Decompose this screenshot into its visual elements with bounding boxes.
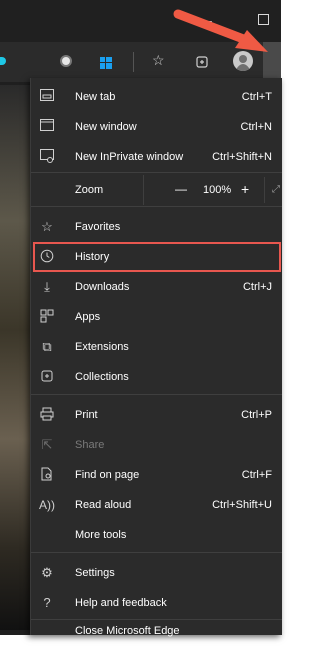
menu-favorites[interactable]: ☆ Favorites (31, 212, 282, 242)
read-aloud-shortcut: Ctrl+Shift+U (212, 499, 272, 511)
collections-label: Collections (75, 371, 129, 383)
gear-icon: ⚙ (41, 565, 53, 580)
settings-menu: New tab Ctrl+T New window Ctrl+N New InP… (30, 78, 282, 637)
inprivate-icon (39, 149, 55, 165)
extensions-label: Extensions (75, 341, 129, 353)
favorites-label: Favorites (75, 221, 121, 233)
favorites-list-icon: ☆ (41, 219, 53, 234)
print-icon (39, 407, 55, 423)
downloads-label: Downloads (75, 281, 130, 293)
menu-more-tools[interactable]: More tools (31, 520, 282, 550)
close-label: Close Microsoft Edge (75, 625, 180, 637)
read-aloud-label: Read aloud (75, 499, 132, 511)
menu-apps[interactable]: Apps (31, 302, 282, 332)
read-aloud-icon: A)) (39, 498, 55, 512)
more-tools-label: More tools (75, 529, 127, 541)
browser-window: – ☆ New tab Ctrl+T New window Ctrl+N New… (0, 0, 282, 637)
share-label: Share (75, 439, 105, 451)
menu-divider (31, 206, 282, 207)
help-label: Help and feedback (75, 597, 167, 609)
menu-divider (31, 619, 282, 620)
menu-read-aloud[interactable]: A)) Read aloud Ctrl+Shift+U (31, 490, 282, 520)
menu-help[interactable]: ? Help and feedback (31, 588, 282, 618)
annotation-arrow (173, 9, 268, 52)
zoom-divider (143, 175, 144, 205)
apps-icon (39, 309, 55, 325)
zoom-value: 100% (203, 184, 232, 196)
apps-label: Apps (75, 311, 101, 323)
downloads-shortcut: Ctrl+J (242, 281, 272, 293)
menu-new-tab[interactable]: New tab Ctrl+T (31, 82, 282, 112)
help-icon: ? (43, 595, 51, 610)
inprivate-shortcut: Ctrl+Shift+N (212, 151, 272, 163)
download-icon: ⤓ (44, 279, 50, 294)
share-icon: ⇱ (41, 437, 53, 452)
history-highlight (33, 242, 281, 272)
menu-divider (31, 394, 282, 395)
zoom-divider-right (264, 177, 265, 203)
menu-new-window[interactable]: New window Ctrl+N (31, 112, 282, 142)
inprivate-label: New InPrivate window (75, 151, 184, 163)
find-icon (39, 467, 55, 483)
menu-print[interactable]: Print Ctrl+P (31, 400, 282, 430)
fullscreen-icon[interactable]: ⤢ (272, 184, 280, 195)
zoom-label: Zoom (75, 184, 104, 196)
new-window-label: New window (75, 121, 137, 133)
menu-divider (31, 552, 282, 553)
menu-downloads[interactable]: ⤓ Downloads Ctrl+J (31, 272, 282, 302)
print-label: Print (75, 409, 98, 421)
menu-collections[interactable]: Collections (31, 362, 282, 392)
collections-menu-icon (39, 369, 55, 385)
new-window-shortcut: Ctrl+N (240, 121, 272, 133)
extensions-icon: ⧉ (42, 339, 52, 354)
settings-label: Settings (75, 567, 115, 579)
new-tab-shortcut: Ctrl+T (241, 91, 272, 103)
new-tab-icon (39, 89, 55, 105)
new-window-icon (39, 119, 55, 135)
print-shortcut: Ctrl+P (241, 409, 272, 421)
page-background (0, 85, 30, 630)
new-tab-label: New tab (75, 91, 116, 103)
zoom-in-button[interactable]: + (241, 181, 249, 197)
menu-divider (31, 172, 282, 173)
menu-close[interactable]: Close Microsoft Edge (31, 622, 282, 637)
find-shortcut: Ctrl+F (241, 469, 272, 481)
find-label: Find on page (75, 469, 140, 481)
zoom-out-button[interactable]: — (175, 182, 187, 196)
menu-zoom: Zoom — 100% + ⤢ (31, 175, 282, 205)
menu-share[interactable]: ⇱ Share (31, 430, 282, 460)
menu-find-on-page[interactable]: Find on page Ctrl+F (31, 460, 282, 490)
menu-settings[interactable]: ⚙ Settings (31, 558, 282, 588)
menu-new-inprivate[interactable]: New InPrivate window Ctrl+Shift+N (31, 142, 282, 172)
menu-extensions[interactable]: ⧉ Extensions (31, 332, 282, 362)
